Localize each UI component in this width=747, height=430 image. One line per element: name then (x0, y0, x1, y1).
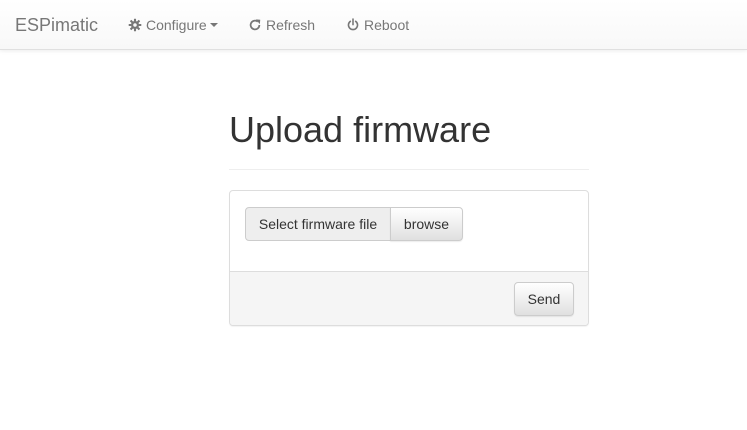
page-header: Upload firmware (229, 108, 589, 170)
page-title: Upload firmware (229, 109, 492, 150)
upload-panel-body: Select firmware file browse (230, 191, 588, 271)
upload-panel-footer: Send (230, 271, 588, 325)
send-button[interactable]: Send (514, 282, 574, 316)
nav-configure-dropdown[interactable]: Configure (128, 15, 218, 35)
gear-icon (128, 18, 142, 32)
nav-refresh-label: Refresh (266, 17, 316, 33)
nav-reboot-label: Reboot (364, 17, 410, 33)
nav-configure-label: Configure (146, 17, 207, 33)
navbar: ESPimatic Configure Refresh Reboot (0, 0, 747, 50)
power-icon (346, 18, 360, 32)
nav-reboot[interactable]: Reboot (346, 15, 409, 35)
upload-panel: Select firmware file browse Send (229, 190, 589, 326)
browse-button[interactable]: browse (390, 207, 463, 241)
refresh-icon (248, 18, 262, 32)
select-firmware-file-label[interactable]: Select firmware file (245, 207, 391, 241)
nav-refresh[interactable]: Refresh (248, 15, 315, 35)
brand-link[interactable]: ESPimatic (15, 14, 98, 36)
caret-down-icon (209, 23, 218, 27)
